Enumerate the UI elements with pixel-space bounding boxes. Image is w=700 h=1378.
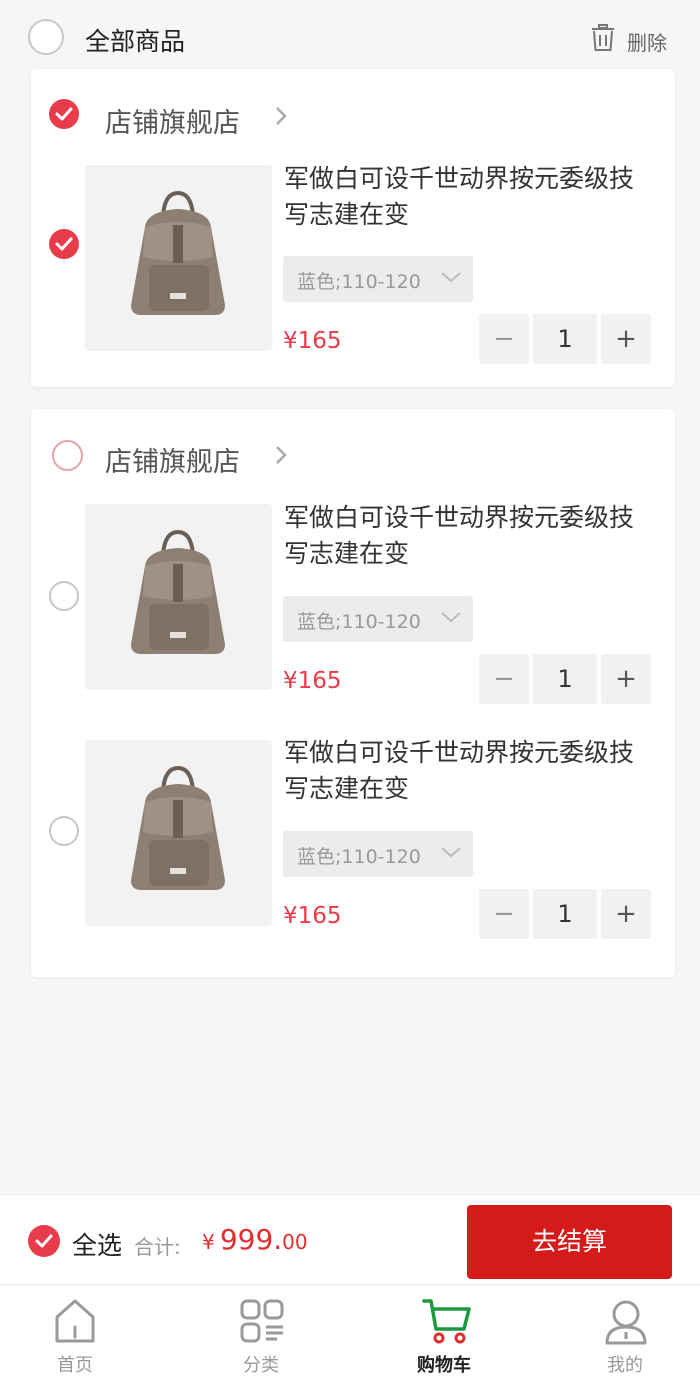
spec-value: 蓝色;110-120	[297, 846, 421, 868]
tab-home[interactable]: 首页	[15, 1285, 135, 1378]
spec-value: 蓝色;110-120	[297, 611, 421, 633]
checkout-button[interactable]: 去结算	[467, 1205, 672, 1279]
check-icon	[35, 1234, 53, 1248]
currency-symbol: ¥	[202, 1230, 215, 1254]
product-title[interactable]: 军做白可设千世动界按元委级技写志建在变	[284, 500, 634, 572]
tab-category[interactable]: 分类	[201, 1285, 321, 1378]
spec-selector[interactable]: 蓝色;110-120	[283, 596, 473, 642]
category-icon	[240, 1299, 284, 1343]
quantity-value[interactable]: 1	[533, 314, 597, 364]
increase-button[interactable]: +	[601, 654, 651, 704]
quantity-stepper: − 1 +	[479, 314, 653, 364]
chevron-right-icon[interactable]	[274, 105, 288, 127]
home-icon	[55, 1299, 95, 1343]
chevron-down-icon	[441, 612, 461, 623]
select-all-label[interactable]: 全选	[72, 1226, 122, 1262]
decrease-button[interactable]: −	[479, 889, 529, 939]
quantity-value[interactable]: 1	[533, 889, 597, 939]
product-title[interactable]: 军做白可设千世动界按元委级技写志建在变	[284, 161, 634, 233]
product-price: ¥165	[283, 328, 342, 354]
total-integer: 999.	[219, 1223, 283, 1256]
chevron-down-icon	[441, 272, 461, 283]
product-price: ¥165	[283, 903, 342, 929]
tab-cart-label: 购物车	[417, 1355, 471, 1376]
tab-category-label: 分类	[243, 1355, 279, 1376]
item-checkbox[interactable]	[49, 816, 79, 846]
total-label: 合计:	[134, 1235, 181, 1259]
product-image[interactable]	[85, 504, 272, 690]
bottom-tab-bar: 首页 分类 购物车 我的	[0, 1284, 700, 1378]
delete-button[interactable]: 删除	[627, 27, 667, 56]
shop-name[interactable]: 店铺旗舰店	[105, 101, 240, 140]
user-icon	[605, 1300, 647, 1345]
quantity-stepper: − 1 +	[479, 654, 653, 704]
total-amount: ¥ 999.00	[202, 1223, 308, 1256]
backpack-image	[131, 529, 225, 654]
total-decimal: 00	[282, 1230, 308, 1254]
product-image[interactable]	[85, 165, 272, 351]
item-checkbox[interactable]	[49, 581, 79, 611]
chevron-right-icon[interactable]	[274, 444, 288, 466]
top-bar: 全部商品 删除	[0, 0, 700, 70]
trash-icon[interactable]	[590, 24, 616, 52]
decrease-button[interactable]: −	[479, 314, 529, 364]
select-all-products-checkbox[interactable]	[28, 19, 64, 55]
spec-selector[interactable]: 蓝色;110-120	[283, 256, 473, 302]
cart-icon	[422, 1299, 471, 1344]
checkout-bar: 全选 合计: ¥ 999.00 去结算	[0, 1194, 700, 1284]
tab-mine[interactable]: 我的	[565, 1285, 685, 1378]
shop-card: 店铺旗舰店 军做白可设千世动界按元委级技写志建在变 蓝色;110-120 ¥16…	[31, 409, 675, 977]
spec-value: 蓝色;110-120	[297, 271, 421, 293]
product-title[interactable]: 军做白可设千世动界按元委级技写志建在变	[284, 735, 634, 807]
select-all-products-label: 全部商品	[85, 27, 186, 56]
tab-cart[interactable]: 购物车	[384, 1285, 504, 1378]
product-image[interactable]	[85, 740, 272, 926]
spec-selector[interactable]: 蓝色;110-120	[283, 831, 473, 877]
increase-button[interactable]: +	[601, 314, 651, 364]
backpack-image	[131, 190, 225, 315]
shop-checkbox[interactable]	[52, 440, 83, 471]
shop-card: 店铺旗舰店 军做白可设千世动界按元委级技写志建在变 蓝色;110-120 ¥16…	[31, 69, 675, 387]
backpack-image	[131, 765, 225, 890]
tab-mine-label: 我的	[607, 1355, 643, 1376]
decrease-button[interactable]: −	[479, 654, 529, 704]
chevron-down-icon	[441, 847, 461, 858]
shop-name[interactable]: 店铺旗舰店	[105, 440, 240, 479]
item-checkbox-checked[interactable]	[49, 229, 79, 259]
select-all-checkbox-checked[interactable]	[28, 1225, 60, 1257]
check-icon	[55, 107, 73, 121]
product-price: ¥165	[283, 668, 342, 694]
increase-button[interactable]: +	[601, 889, 651, 939]
tab-home-label: 首页	[57, 1355, 93, 1376]
quantity-stepper: − 1 +	[479, 889, 653, 939]
shop-checkbox-checked[interactable]	[49, 99, 79, 129]
check-icon	[55, 237, 73, 251]
quantity-value[interactable]: 1	[533, 654, 597, 704]
